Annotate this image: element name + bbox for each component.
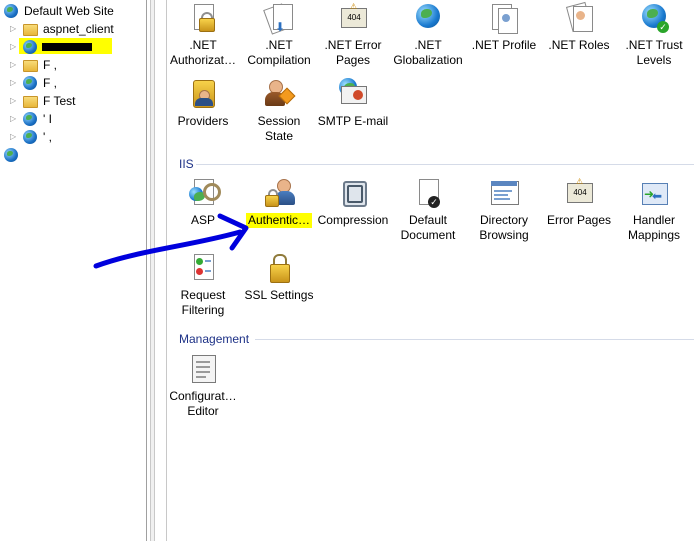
annotation-arrow-icon [93,213,249,269]
